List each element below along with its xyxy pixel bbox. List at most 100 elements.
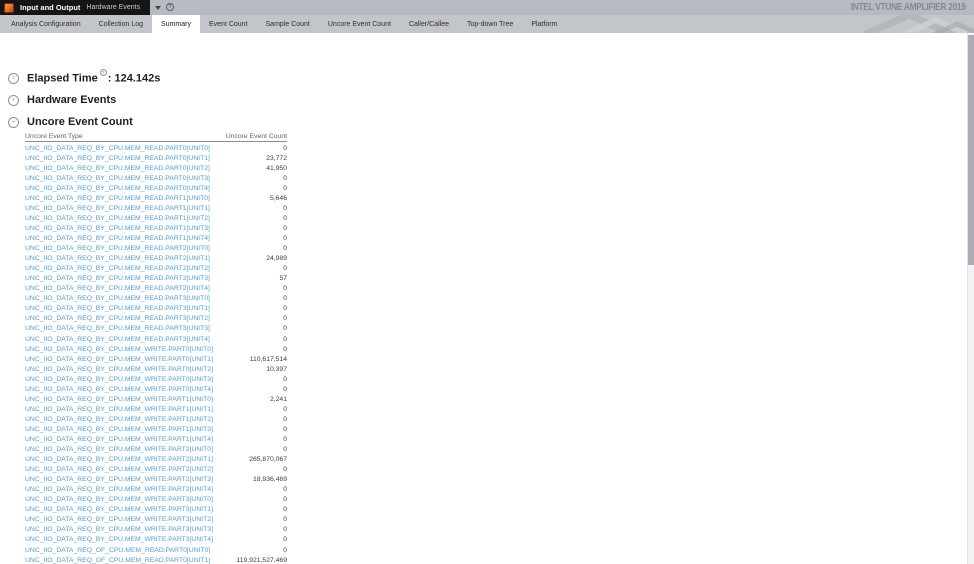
event-type-link[interactable]: UNC_IIO_DATA_REQ_BY_CPU.MEM_READ.PART0[U… [25, 155, 210, 163]
table-row: UNC_IIO_DATA_REQ_BY_CPU.MEM_WRITE.PART1[… [25, 395, 287, 405]
event-type-link[interactable]: UNC_IIO_DATA_REQ_BY_CPU.MEM_WRITE.PART3[… [25, 537, 213, 544]
event-type-link[interactable]: UNC_IIO_DATA_REQ_OF_CPU.MEM_READ.PART0[U… [25, 547, 210, 555]
event-type-link[interactable]: UNC_IIO_DATA_REQ_BY_CPU.MEM_READ.PART3[U… [25, 296, 210, 303]
table-row: UNC_IIO_DATA_REQ_BY_CPU.MEM_READ.PART1[U… [25, 234, 287, 244]
table-row: UNC_IIO_DATA_REQ_BY_CPU.MEM_READ.PART0[U… [25, 174, 287, 184]
column-header-event-type[interactable]: Uncore Event Type [25, 133, 83, 140]
collapse-down-icon[interactable]: › [8, 116, 19, 128]
event-count-value: 265,870,067 [249, 456, 287, 464]
event-count-value: 0 [283, 204, 287, 212]
event-type-link[interactable]: UNC_IIO_DATA_REQ_BY_CPU.MEM_READ.PART1[U… [25, 205, 210, 213]
scrollbar-thumb[interactable] [968, 35, 974, 265]
expand-right-icon[interactable]: › [8, 94, 19, 106]
event-type-link[interactable]: UNC_IIO_DATA_REQ_BY_CPU.MEM_WRITE.PART2[… [25, 486, 213, 494]
event-type-link[interactable]: UNC_IIO_DATA_REQ_BY_CPU.MEM_WRITE.PART1[… [25, 416, 213, 424]
event-type-link[interactable]: UNC_IIO_DATA_REQ_BY_CPU.MEM_WRITE.PART3[… [25, 527, 213, 534]
metric-help-icon[interactable]: ? [99, 68, 107, 76]
analysis-type-icon [4, 2, 14, 13]
elapsed-time-section[interactable]: › Elapsed Time?: 124.142s [8, 68, 161, 85]
table-row: UNC_IIO_DATA_REQ_BY_CPU.MEM_WRITE.PART1[… [25, 425, 287, 435]
event-type-link[interactable]: UNC_IIO_DATA_REQ_BY_CPU.MEM_READ.PART1[U… [25, 195, 210, 203]
event-type-link[interactable]: UNC_IIO_DATA_REQ_BY_CPU.MEM_READ.PART1[U… [25, 225, 210, 233]
event-type-link[interactable]: UNC_IIO_DATA_REQ_BY_CPU.MEM_WRITE.PART2[… [25, 466, 213, 474]
event-type-link[interactable]: UNC_IIO_DATA_REQ_OF_CPU.MEM_READ.PART0[U… [25, 557, 210, 564]
event-type-link[interactable]: UNC_IIO_DATA_REQ_BY_CPU.MEM_READ.PART2[U… [25, 265, 210, 273]
event-type-link[interactable]: UNC_IIO_DATA_REQ_BY_CPU.MEM_WRITE.PART1[… [25, 436, 213, 444]
event-type-link[interactable]: UNC_IIO_DATA_REQ_BY_CPU.MEM_WRITE.PART2[… [25, 446, 213, 454]
table-row: UNC_IIO_DATA_REQ_BY_CPU.MEM_READ.PART1[U… [25, 204, 287, 214]
event-type-link[interactable]: UNC_IIO_DATA_REQ_BY_CPU.MEM_WRITE.PART0[… [25, 366, 213, 374]
tab-sample-count[interactable]: Sample Count [257, 15, 319, 33]
vtune-window: Input and Output Hardware Events ? INTEL… [0, 0, 974, 564]
table-row: UNC_IIO_DATA_REQ_BY_CPU.MEM_WRITE.PART1[… [25, 405, 287, 415]
event-type-link[interactable]: UNC_IIO_DATA_REQ_BY_CPU.MEM_WRITE.PART2[… [25, 456, 213, 464]
table-row: UNC_IIO_DATA_REQ_BY_CPU.MEM_WRITE.PART2[… [25, 466, 287, 476]
elapsed-time-value: 124.142s [114, 72, 161, 85]
event-count-value: 119,921,527,469 [236, 556, 287, 564]
event-type-link[interactable]: UNC_IIO_DATA_REQ_BY_CPU.MEM_WRITE.PART0[… [25, 356, 213, 364]
event-type-link[interactable]: UNC_IIO_DATA_REQ_BY_CPU.MEM_READ.PART0[U… [25, 185, 210, 193]
event-type-link[interactable]: UNC_IIO_DATA_REQ_BY_CPU.MEM_WRITE.PART2[… [25, 476, 213, 484]
event-count-value: 0 [283, 415, 287, 423]
event-count-value: 0 [283, 225, 287, 232]
event-type-link[interactable]: UNC_IIO_DATA_REQ_BY_CPU.MEM_READ.PART1[U… [25, 235, 210, 243]
event-type-link[interactable]: UNC_IIO_DATA_REQ_BY_CPU.MEM_WRITE.PART0[… [25, 386, 213, 394]
event-count-value: 0 [283, 536, 287, 544]
tab-caller-callee[interactable]: Caller/Callee [400, 15, 458, 33]
table-row: UNC_IIO_DATA_REQ_BY_CPU.MEM_READ.PART1[U… [25, 214, 287, 224]
event-type-link[interactable]: UNC_IIO_DATA_REQ_BY_CPU.MEM_READ.PART3[U… [25, 306, 210, 313]
event-count-value: 57 [279, 275, 287, 283]
help-icon[interactable]: ? [166, 3, 174, 11]
tab-summary[interactable]: Summary [152, 15, 200, 33]
expand-right-icon[interactable]: › [8, 72, 19, 84]
uncore-event-count-section[interactable]: › Uncore Event Count [8, 115, 133, 129]
column-header-event-count[interactable]: Uncore Event Count [226, 133, 287, 140]
tab-label: Summary [161, 20, 191, 28]
event-count-value: 24,989 [266, 255, 287, 263]
elapsed-time-title: Elapsed Time?: 124.142s [27, 68, 161, 85]
event-type-link[interactable]: UNC_IIO_DATA_REQ_BY_CPU.MEM_READ.PART0[U… [25, 145, 210, 153]
tab-uncore-event-count[interactable]: Uncore Event Count [319, 15, 400, 33]
event-type-link[interactable]: UNC_IIO_DATA_REQ_BY_CPU.MEM_READ.PART2[U… [25, 245, 210, 253]
event-type-link[interactable]: UNC_IIO_DATA_REQ_BY_CPU.MEM_READ.PART2[U… [25, 275, 210, 283]
event-type-link[interactable]: UNC_IIO_DATA_REQ_BY_CPU.MEM_WRITE.PART1[… [25, 426, 213, 434]
viewpoint-selector[interactable]: Hardware Events [86, 4, 140, 11]
table-row: UNC_IIO_DATA_REQ_BY_CPU.MEM_READ.PART1[U… [25, 224, 287, 234]
event-type-link[interactable]: UNC_IIO_DATA_REQ_BY_CPU.MEM_READ.PART0[U… [25, 165, 210, 173]
tab-top-down-tree[interactable]: Top-down Tree [458, 15, 522, 33]
analysis-title: Input and Output [20, 3, 81, 12]
event-type-link[interactable]: UNC_IIO_DATA_REQ_BY_CPU.MEM_READ.PART0[U… [25, 175, 210, 183]
table-row: UNC_IIO_DATA_REQ_BY_CPU.MEM_READ.PART0[U… [25, 164, 287, 174]
event-type-link[interactable]: UNC_IIO_DATA_REQ_BY_CPU.MEM_READ.PART1[U… [25, 215, 210, 223]
vertical-scrollbar[interactable] [967, 33, 974, 564]
event-type-link[interactable]: UNC_IIO_DATA_REQ_BY_CPU.MEM_WRITE.PART3[… [25, 517, 213, 524]
hardware-events-section[interactable]: › Hardware Events [8, 93, 116, 107]
event-count-value: 0 [283, 184, 287, 192]
table-row: UNC_IIO_DATA_REQ_BY_CPU.MEM_READ.PART3[U… [25, 335, 287, 345]
event-type-link[interactable]: UNC_IIO_DATA_REQ_BY_CPU.MEM_READ.PART3[U… [25, 336, 210, 344]
event-type-link[interactable]: UNC_IIO_DATA_REQ_BY_CPU.MEM_READ.PART3[U… [25, 316, 210, 323]
event-type-link[interactable]: UNC_IIO_DATA_REQ_BY_CPU.MEM_READ.PART2[U… [25, 285, 210, 293]
event-count-value: 2,241 [269, 395, 287, 403]
event-count-value: 0 [283, 315, 287, 323]
table-row: UNC_IIO_DATA_REQ_BY_CPU.MEM_WRITE.PART2[… [25, 445, 287, 455]
event-type-link[interactable]: UNC_IIO_DATA_REQ_BY_CPU.MEM_WRITE.PART0[… [25, 376, 213, 384]
event-count-value: 0 [283, 405, 287, 413]
tab-platform[interactable]: Platform [522, 15, 566, 33]
table-row: UNC_IIO_DATA_REQ_BY_CPU.MEM_WRITE.PART1[… [25, 435, 287, 445]
event-type-link[interactable]: UNC_IIO_DATA_REQ_BY_CPU.MEM_READ.PART2[U… [25, 255, 210, 263]
event-type-link[interactable]: UNC_IIO_DATA_REQ_BY_CPU.MEM_WRITE.PART3[… [25, 507, 213, 514]
event-type-link[interactable]: UNC_IIO_DATA_REQ_BY_CPU.MEM_WRITE.PART0[… [25, 346, 213, 354]
table-row: UNC_IIO_DATA_REQ_BY_CPU.MEM_WRITE.PART3[… [25, 496, 287, 506]
tab-collection-log[interactable]: Collection Log [90, 15, 152, 33]
chevron-down-icon[interactable] [155, 6, 161, 10]
tab-analysis-configuration[interactable]: Analysis Configuration [2, 15, 90, 33]
event-type-link[interactable]: UNC_IIO_DATA_REQ_BY_CPU.MEM_WRITE.PART1[… [25, 406, 213, 414]
event-count-value: 110,617,514 [249, 355, 287, 363]
event-type-link[interactable]: UNC_IIO_DATA_REQ_BY_CPU.MEM_WRITE.PART1[… [25, 396, 213, 404]
event-type-link[interactable]: UNC_IIO_DATA_REQ_BY_CPU.MEM_WRITE.PART3[… [25, 496, 213, 504]
event-count-value: 0 [283, 174, 287, 182]
table-row: UNC_IIO_DATA_REQ_OF_CPU.MEM_READ.PART0[U… [25, 546, 287, 556]
event-type-link[interactable]: UNC_IIO_DATA_REQ_BY_CPU.MEM_READ.PART3[U… [25, 326, 210, 333]
tab-event-count[interactable]: Event Count [200, 15, 257, 33]
